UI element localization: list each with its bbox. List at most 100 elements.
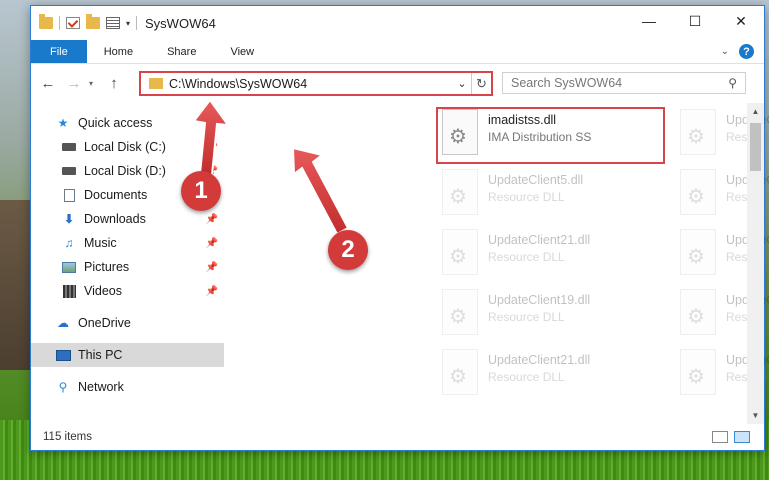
address-path[interactable]: C:\Windows\SysWOW64 bbox=[169, 77, 453, 91]
expand-ribbon-icon[interactable]: ⌄ bbox=[721, 46, 729, 57]
step-1-badge: 1 bbox=[181, 171, 221, 211]
close-button[interactable]: ✕ bbox=[718, 6, 764, 36]
status-bar: 115 items bbox=[31, 424, 764, 450]
view-switcher bbox=[712, 431, 750, 443]
nav-this-pc[interactable]: This PC bbox=[31, 343, 224, 367]
folder-icon bbox=[149, 78, 163, 89]
search-icon[interactable]: ⚲ bbox=[728, 76, 737, 90]
videos-icon bbox=[61, 284, 77, 298]
nav-music[interactable]: ♫ Music 📌 bbox=[31, 231, 224, 255]
details-view-icon[interactable] bbox=[712, 431, 728, 443]
pictures-icon bbox=[61, 260, 77, 274]
file-list: ⚙ imadistss.dll IMA Distribution SS ⚙ Up… bbox=[224, 103, 769, 424]
pin-icon: 📌 bbox=[205, 261, 218, 273]
nav-label: This PC bbox=[78, 348, 123, 362]
nav-label: OneDrive bbox=[78, 316, 131, 330]
dll-file-icon: ⚙ bbox=[442, 289, 478, 335]
folder-icon bbox=[39, 14, 53, 29]
title-bar: ▾ SysWOW64 — ☐ ✕ bbox=[31, 6, 764, 40]
maximize-button[interactable]: ☐ bbox=[672, 6, 718, 36]
file-name: UpdateClient5.dll bbox=[488, 173, 584, 187]
view-properties-icon[interactable] bbox=[106, 17, 120, 29]
tab-share[interactable]: Share bbox=[150, 40, 213, 63]
file-item[interactable]: ⚙ UpdateClient21.dll Resource DLL bbox=[442, 349, 672, 405]
forward-button[interactable]: → bbox=[63, 72, 85, 94]
nav-label: Documents bbox=[84, 188, 148, 202]
nav-network[interactable]: ⚲ Network bbox=[31, 375, 224, 399]
file-type: Resource DLL bbox=[488, 310, 565, 324]
tab-home[interactable]: Home bbox=[87, 40, 150, 63]
nav-label: Videos bbox=[84, 284, 122, 298]
file-type: Resource DLL bbox=[488, 250, 565, 264]
quick-access-toolbar: ▾ bbox=[31, 14, 138, 30]
music-icon: ♫ bbox=[64, 236, 74, 250]
nav-label: Downloads bbox=[84, 212, 146, 226]
nav-label: Pictures bbox=[84, 260, 130, 274]
pin-icon: 📌 bbox=[205, 141, 218, 153]
dll-file-icon: ⚙ bbox=[442, 169, 478, 215]
separator bbox=[59, 16, 60, 30]
step-2-badge: 2 bbox=[328, 230, 368, 270]
chevron-down-icon[interactable]: ▾ bbox=[126, 19, 130, 28]
nav-videos[interactable]: Videos 📌 bbox=[31, 279, 224, 303]
nav-quick-access[interactable]: ★ Quick access bbox=[31, 111, 224, 135]
back-button[interactable]: ← bbox=[37, 72, 59, 94]
pin-icon: 📌 bbox=[205, 285, 218, 297]
search-placeholder: Search SysWOW64 bbox=[511, 76, 623, 90]
main-area: ★ Quick access Local Disk (C:) 📌 Local D… bbox=[31, 103, 769, 424]
scroll-up-icon[interactable]: ▲ bbox=[747, 103, 764, 120]
chevron-down-icon[interactable]: ⌄ bbox=[453, 77, 471, 90]
dll-file-icon: ⚙ bbox=[442, 229, 478, 275]
window-title: SysWOW64 bbox=[145, 15, 216, 31]
file-type: Resource DLL bbox=[488, 370, 565, 384]
refresh-button[interactable]: ↻ bbox=[471, 73, 491, 94]
nav-local-disk-c[interactable]: Local Disk (C:) 📌 bbox=[31, 135, 224, 159]
file-name: UpdateClient21.dll bbox=[488, 233, 591, 247]
tab-view[interactable]: View bbox=[213, 40, 271, 63]
scrollbar-thumb[interactable] bbox=[750, 123, 761, 171]
nav-downloads[interactable]: ⬇ Downloads 📌 bbox=[31, 207, 224, 231]
file-item[interactable]: ⚙ UpdateClient5.dll Resource DLL bbox=[442, 169, 672, 225]
address-bar[interactable]: C:\Windows\SysWOW64 ⌄ ↻ bbox=[139, 71, 493, 96]
highlight-box bbox=[436, 107, 665, 164]
file-name: UpdateClient19.dll bbox=[488, 293, 591, 307]
dll-file-icon: ⚙ bbox=[680, 289, 716, 335]
file-item[interactable]: ⚙ UpdateClient19.dll Resource DLL bbox=[442, 289, 672, 345]
separator bbox=[136, 16, 138, 30]
nav-label: Music bbox=[84, 236, 117, 250]
navigation-pane: ★ Quick access Local Disk (C:) 📌 Local D… bbox=[31, 103, 224, 424]
up-button[interactable]: ↑ bbox=[103, 72, 125, 94]
dll-file-icon: ⚙ bbox=[680, 349, 716, 395]
properties-check-icon[interactable] bbox=[66, 17, 80, 29]
dll-file-icon: ⚙ bbox=[680, 229, 716, 275]
computer-icon bbox=[55, 348, 71, 362]
explorer-window: ▾ SysWOW64 — ☐ ✕ File Home Share View ⌄ … bbox=[30, 5, 769, 451]
nav-onedrive[interactable]: ☁ OneDrive bbox=[31, 311, 224, 335]
pin-icon: 📌 bbox=[205, 237, 218, 249]
tiles-view-icon[interactable] bbox=[734, 431, 750, 443]
minimize-button[interactable]: — bbox=[626, 6, 672, 36]
downloads-icon: ⬇ bbox=[63, 212, 75, 226]
star-icon: ★ bbox=[57, 116, 69, 130]
nav-pictures[interactable]: Pictures 📌 bbox=[31, 255, 224, 279]
recent-locations-icon[interactable]: ▾ bbox=[89, 79, 99, 88]
ribbon-tabs: File Home Share View ⌄ ? bbox=[31, 40, 764, 64]
dll-file-icon: ⚙ bbox=[680, 109, 716, 155]
help-icon[interactable]: ? bbox=[739, 44, 754, 59]
file-item[interactable]: ⚙ UpdateClient21.dll Resource DLL bbox=[442, 229, 672, 285]
nav-label: Network bbox=[78, 380, 124, 394]
tab-file[interactable]: File bbox=[31, 40, 87, 63]
pin-icon: 📌 bbox=[205, 213, 218, 225]
dll-file-icon: ⚙ bbox=[680, 169, 716, 215]
scroll-down-icon[interactable]: ▼ bbox=[747, 407, 764, 424]
documents-icon bbox=[61, 188, 77, 202]
nav-label: Quick access bbox=[78, 116, 153, 130]
item-count: 115 items bbox=[43, 431, 93, 443]
vertical-scrollbar[interactable]: ▲ ▼ bbox=[747, 103, 764, 424]
new-folder-icon[interactable] bbox=[86, 14, 100, 29]
nav-label: Local Disk (C:) bbox=[84, 140, 166, 154]
search-input[interactable]: Search SysWOW64 ⚲ bbox=[502, 72, 746, 94]
dll-file-icon: ⚙ bbox=[442, 349, 478, 395]
network-icon: ⚲ bbox=[58, 380, 68, 394]
cloud-icon: ☁ bbox=[57, 316, 69, 330]
